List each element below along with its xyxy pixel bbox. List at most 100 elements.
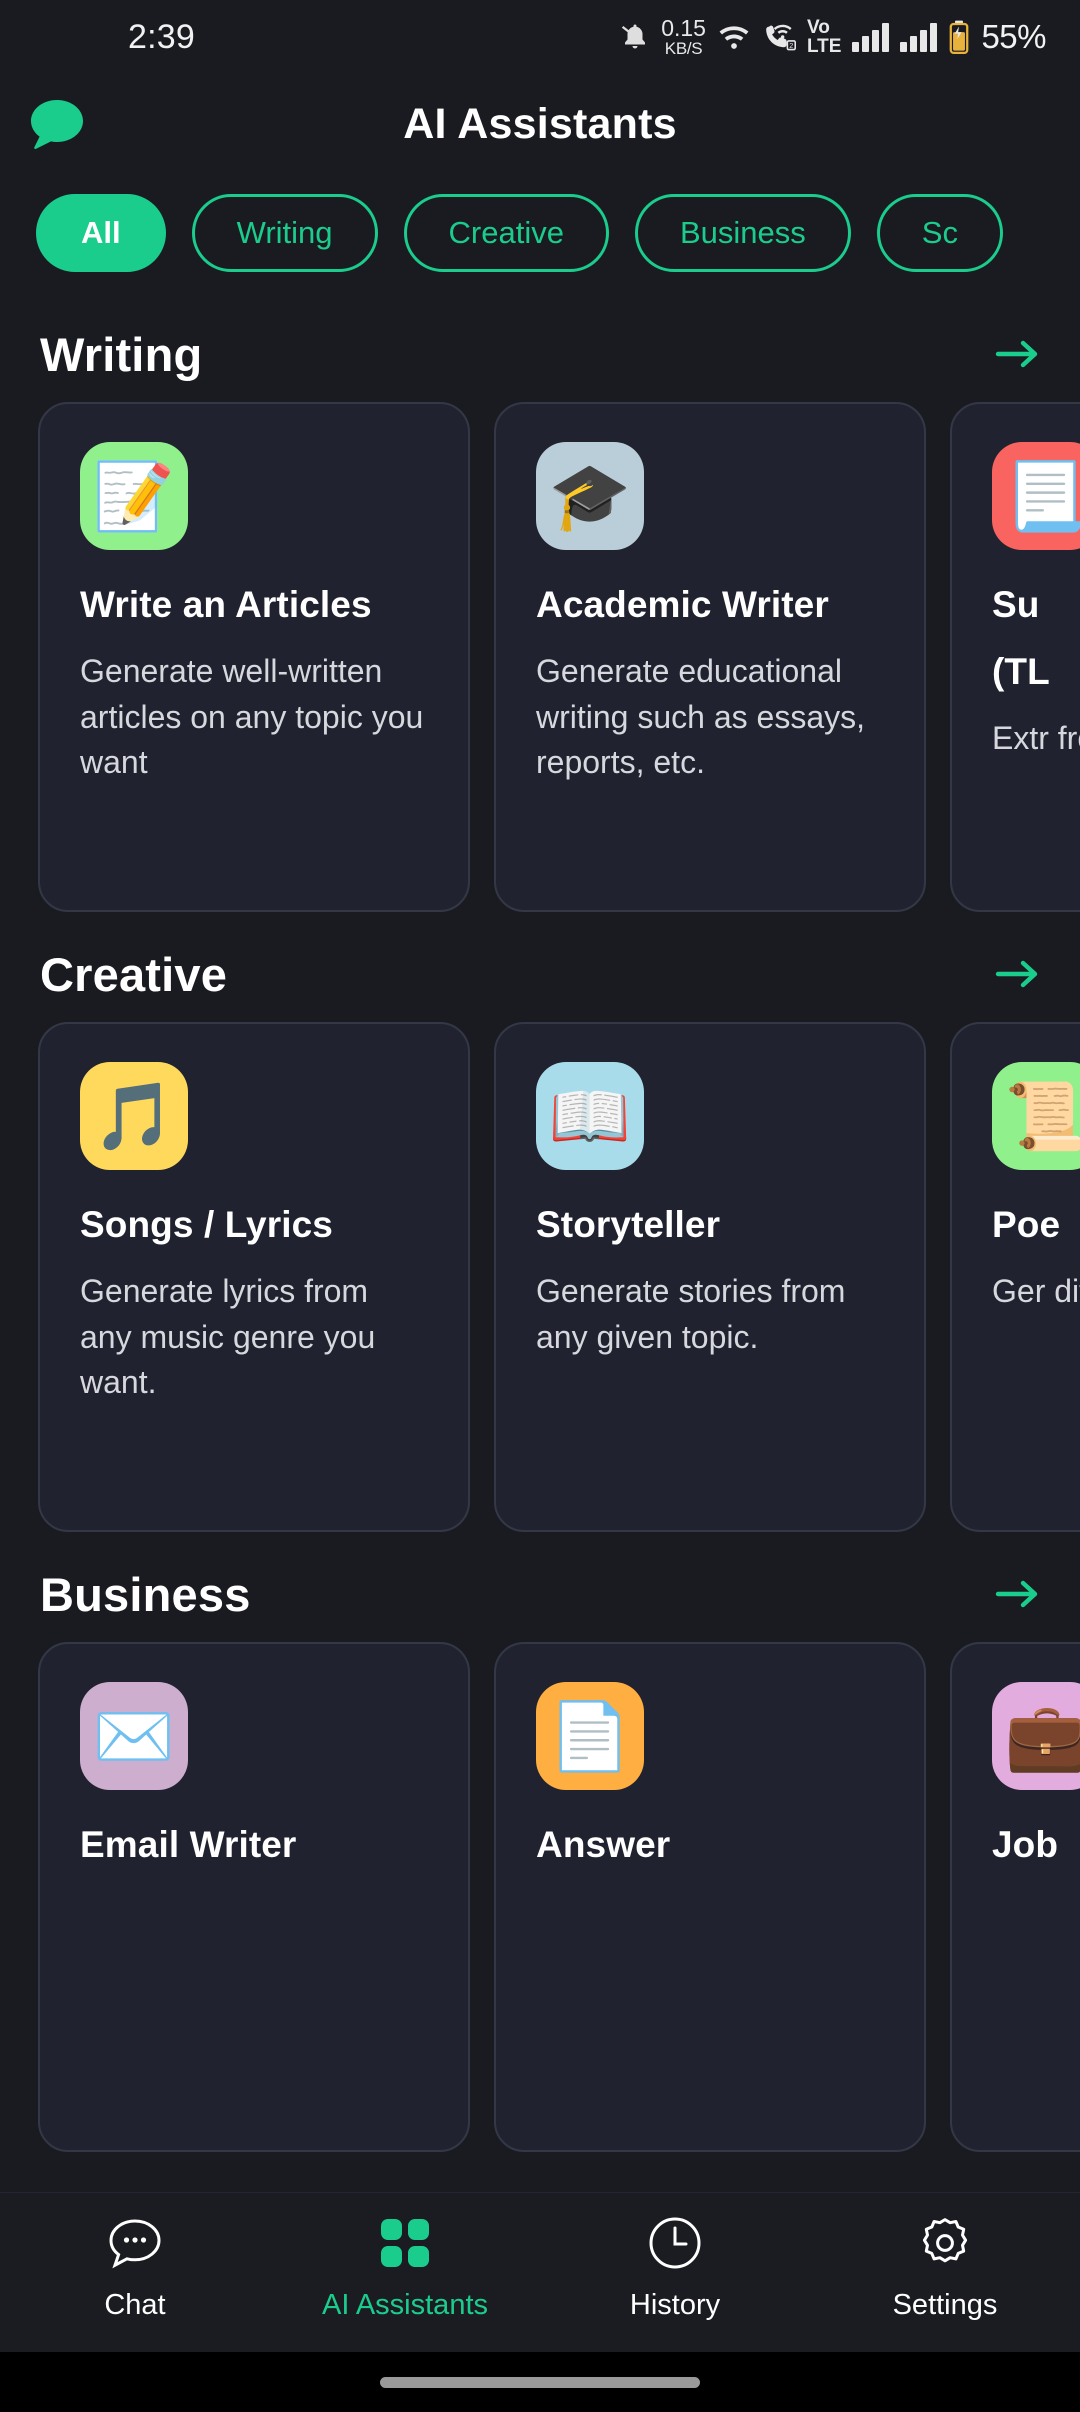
network-speed-unit: KB/S [664,39,703,58]
page-title: AI Assistants [403,99,677,148]
briefcase-emoji: 💼 [992,1682,1080,1790]
card-emoji: 📖 [548,1079,632,1153]
document-emoji: 📄 [536,1682,644,1790]
notification-muted-icon [620,22,650,52]
card-emoji: ✉️ [92,1699,176,1773]
nav-item-settings[interactable]: Settings [810,2215,1080,2322]
assistant-card[interactable]: 📃 Su (TL Extr from [950,402,1080,912]
nav-item-chat[interactable]: Chat [0,2215,270,2322]
card-row-business[interactable]: ✉️ Email Writer 📄 Answer 💼 Job [0,1642,1080,2152]
filter-chip-business[interactable]: Business [634,194,851,272]
scroll-emoji: 📜 [992,1062,1080,1170]
assistant-card[interactable]: ✉️ Email Writer [38,1642,470,2152]
section-business: Business ✉️ Email Writer 📄 Answer 💼 Job [0,1546,1080,2152]
assistant-card[interactable]: 📝 Write an Articles Generate well-writte… [38,402,470,912]
card-row-writing[interactable]: 📝 Write an Articles Generate well-writte… [0,402,1080,912]
nav-label-history: History [629,2289,721,2321]
filter-chip-row[interactable]: All Writing Creative Business Sc [0,174,1080,292]
app-screen: 2:39 0.15 KB/S 2 Vo LTE 55% AI Assistant… [0,0,1080,2412]
clock-icon [648,2215,702,2271]
card-description: Generate educational writing such as ess… [536,653,866,780]
envelope-emoji: ✉️ [80,1682,188,1790]
section-header-business: Business [0,1546,1080,1642]
filter-chip-social[interactable]: Sc [876,194,1003,272]
card-title: Poe [992,1204,1061,1245]
network-speed-value: 0.15 [661,15,706,41]
signal-sim1-icon [852,22,890,52]
assistant-card[interactable]: 📄 Answer [494,1642,926,2152]
card-emoji: 💼 [1004,1699,1080,1773]
nav-item-history[interactable]: History [540,2215,810,2322]
volte-line1: Vo [806,16,830,38]
network-speed-indicator: 0.15 KB/S [661,15,706,58]
section-title-creative: Creative [40,947,228,1001]
volte-icon: Vo LTE [806,16,842,57]
filter-chip-writing[interactable]: Writing [191,194,378,272]
section-header-creative: Creative [0,926,1080,1022]
page-with-curl-emoji: 📃 [992,442,1080,550]
section-writing: Writing 📝 Write an Articles Generate wel… [0,306,1080,912]
card-description: Ger diff [992,1273,1080,1310]
open-book-emoji: 📖 [536,1062,644,1170]
nav-item-ai-assistants[interactable]: AI Assistants [270,2215,540,2322]
card-row-creative[interactable]: 🎵 Songs / Lyrics Generate lyrics from an… [0,1022,1080,1532]
assistant-card[interactable]: 🎵 Songs / Lyrics Generate lyrics from an… [38,1022,470,1532]
nav-label-chat: Chat [104,2289,166,2321]
musical-note-emoji: 🎵 [80,1062,188,1170]
status-bar: 2:39 0.15 KB/S 2 Vo LTE 55% [0,0,1080,74]
card-title: Job [992,1824,1059,1865]
card-emoji: 📜 [1004,1079,1080,1153]
grid-squares-icon [379,2215,431,2271]
app-header: AI Assistants [0,74,1080,174]
card-emoji: 🎓 [548,459,632,533]
status-bar-clock: 2:39 [128,17,195,56]
volte-line2: LTE [806,36,842,57]
section-title-business: Business [40,1567,251,1621]
bottom-navigation-bar[interactable]: Chat AI Assistants History Settings [0,2192,1080,2352]
card-title: Storyteller [536,1204,721,1245]
graduation-cap-emoji: 🎓 [536,442,644,550]
assistant-card[interactable]: 🎓 Academic Writer Generate educational w… [494,402,926,912]
chat-bubble-logo[interactable] [28,98,86,150]
assistant-card[interactable]: 💼 Job [950,1642,1080,2152]
card-title: Email Writer [80,1824,297,1865]
card-title: Academic Writer [536,584,829,625]
card-emoji: 📄 [548,1699,632,1773]
filter-chip-creative[interactable]: Creative [403,194,609,272]
assistant-card[interactable]: 📖 Storyteller Generate stories from any … [494,1022,926,1532]
nav-label-ai-assistants: AI Assistants [321,2289,488,2321]
arrow-right-icon[interactable] [994,951,1040,997]
content-scroll-area[interactable]: Writing 📝 Write an Articles Generate wel… [0,292,1080,2192]
nav-label-settings: Settings [892,2289,998,2321]
svg-text:2: 2 [789,41,793,50]
gesture-navigation-area [0,2352,1080,2412]
arrow-right-icon[interactable] [994,331,1040,377]
card-description: Generate well-written articles on any to… [80,653,424,780]
card-description: Generate stories from any given topic. [536,1273,846,1355]
battery-percent-label: 55% [981,18,1046,55]
card-emoji: 🎵 [92,1079,176,1153]
section-header-writing: Writing [0,306,1080,402]
card-title: Write an Articles [80,584,372,625]
signal-sim2-icon [900,22,938,52]
chat-bubble-dots-icon [108,2215,162,2271]
card-title: Su [992,584,1040,625]
card-emoji: 📝 [92,459,176,533]
card-title: Answer [536,1824,671,1865]
call-wifi-icon: 2 [762,22,796,52]
section-creative: Creative 🎵 Songs / Lyrics Generate lyric… [0,926,1080,1532]
section-title-writing: Writing [40,327,203,381]
card-emoji: 📃 [1004,459,1080,533]
assistant-card[interactable]: 📜 Poe Ger diff [950,1022,1080,1532]
battery-charging-icon [948,20,970,54]
memo-emoji: 📝 [80,442,188,550]
filter-chip-all[interactable]: All [36,194,166,272]
card-description: Extr from [992,720,1080,757]
card-title: Songs / Lyrics [80,1204,333,1245]
wifi-icon [717,22,751,52]
status-bar-icons: 0.15 KB/S 2 Vo LTE 55% [620,17,1046,57]
card-title-line2: (TL [992,651,1050,693]
card-description: Generate lyrics from any music genre you… [80,1273,376,1400]
home-indicator[interactable] [380,2376,700,2388]
arrow-right-icon[interactable] [994,1571,1040,1617]
